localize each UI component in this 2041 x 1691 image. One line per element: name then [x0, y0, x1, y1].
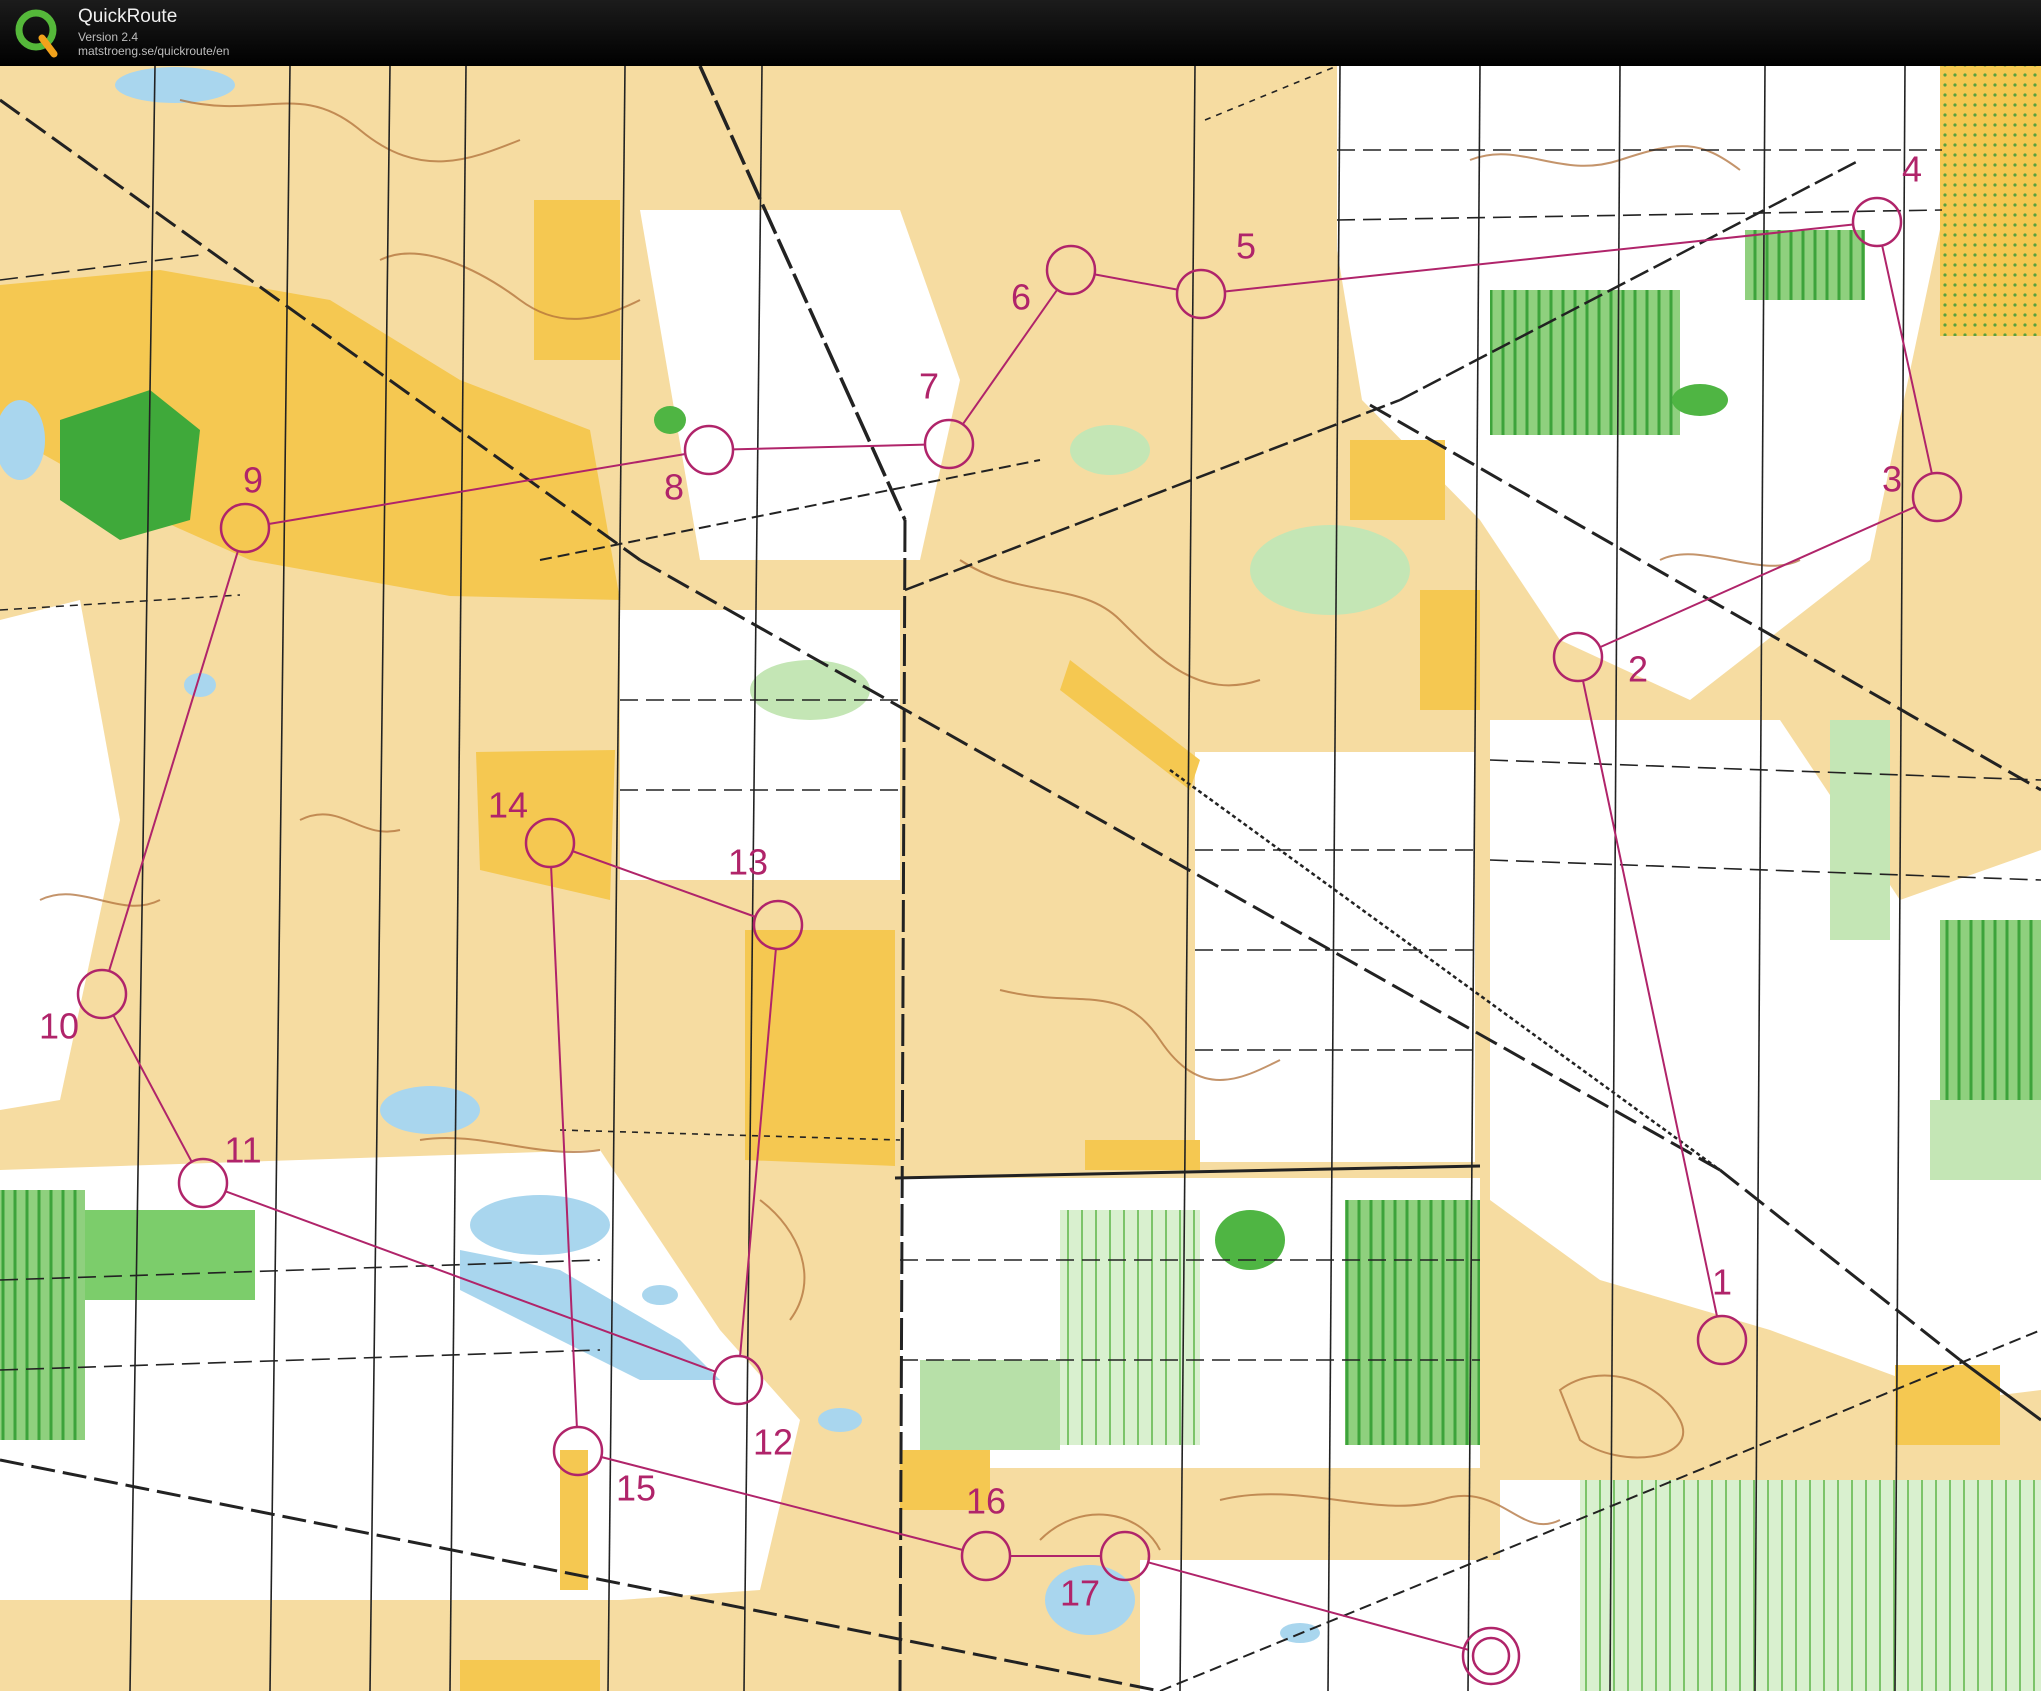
quickroute-logo-icon — [15, 9, 58, 58]
control-label-10: 10 — [39, 1006, 79, 1047]
app-url[interactable]: matstroeng.se/quickroute/en — [78, 44, 229, 58]
control-label-3: 3 — [1882, 459, 1902, 500]
control-label-6: 6 — [1011, 277, 1031, 318]
control-label-15: 15 — [616, 1468, 656, 1509]
control-label-7: 7 — [919, 366, 939, 407]
control-label-12: 12 — [753, 1422, 793, 1463]
control-label-16: 16 — [966, 1481, 1006, 1522]
title-bar: QuickRoute Version 2.4 matstroeng.se/qui… — [0, 0, 2041, 66]
control-label-14: 14 — [488, 785, 528, 826]
app-version: Version 2.4 — [78, 30, 139, 44]
control-label-2: 2 — [1628, 649, 1648, 690]
control-label-11: 11 — [224, 1130, 261, 1171]
control-label-8: 8 — [664, 467, 684, 508]
orienteering-map[interactable]: 1 2 3 4 5 6 7 8 9 10 11 12 13 14 15 16 17 — [0, 66, 2041, 1691]
control-label-9: 9 — [243, 460, 263, 501]
control-label-1: 1 — [1712, 1262, 1732, 1303]
app-title: QuickRoute — [78, 6, 178, 27]
control-label-4: 4 — [1902, 149, 1922, 190]
control-label-13: 13 — [728, 842, 768, 883]
control-label-5: 5 — [1236, 226, 1256, 267]
control-label-17: 17 — [1060, 1573, 1100, 1614]
